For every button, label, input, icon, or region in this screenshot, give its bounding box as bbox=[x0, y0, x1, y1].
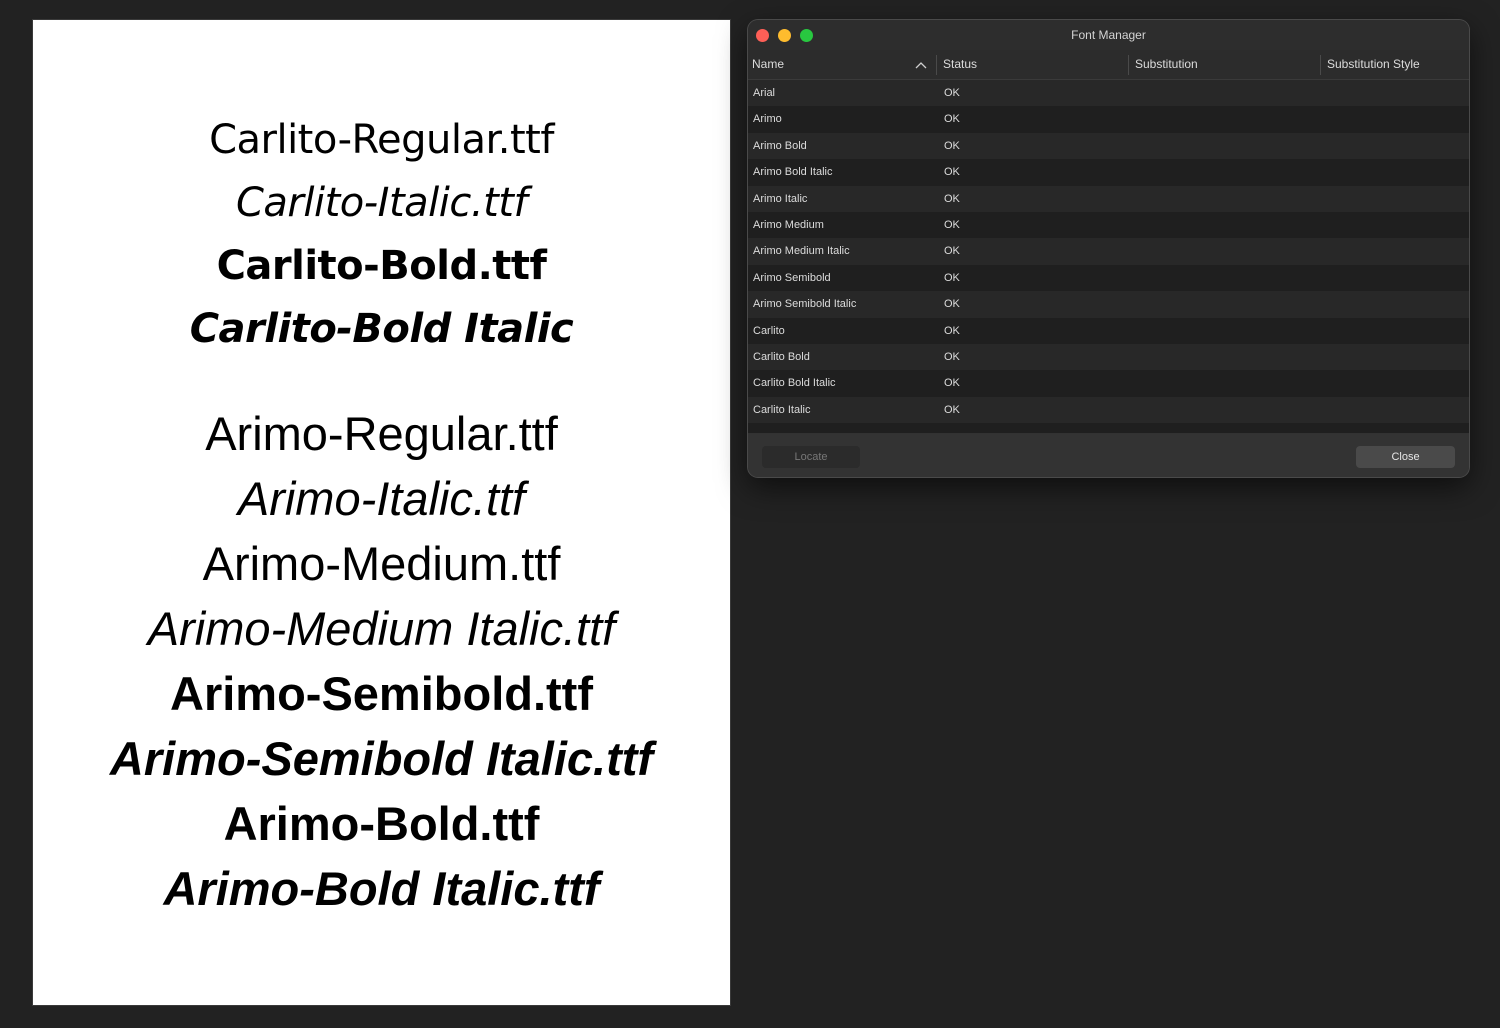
column-divider[interactable] bbox=[936, 55, 937, 75]
column-header-substitution[interactable]: Substitution bbox=[1135, 50, 1320, 79]
font-status-cell: OK bbox=[944, 87, 960, 99]
window-minimize-button[interactable] bbox=[778, 29, 791, 42]
font-name-cell: Arimo Semibold Italic bbox=[753, 298, 857, 311]
arimo-medium-sample: Arimo-Medium.ttf bbox=[202, 537, 561, 590]
font-name-cell: Arial bbox=[753, 87, 776, 99]
font-name-cell: Arimo Medium bbox=[753, 219, 824, 231]
column-header-substitution-style[interactable]: Substitution Style bbox=[1327, 50, 1467, 79]
dialog-footer: Locate Close bbox=[748, 434, 1469, 477]
font-status-cell: OK bbox=[944, 139, 960, 152]
table-row[interactable]: Arimo Semibold OK bbox=[748, 264, 1469, 292]
font-name-cell: Arimo Bold Italic bbox=[753, 166, 833, 179]
font-name-cell: Carlito Italic bbox=[753, 403, 811, 416]
column-divider[interactable] bbox=[1128, 55, 1129, 75]
font-status-cell: OK bbox=[944, 271, 960, 284]
table-row[interactable]: Carlito Bold OK bbox=[748, 344, 1469, 371]
window-zoom-button[interactable] bbox=[800, 29, 813, 42]
font-manager-dialog: Font Manager Name Status Substitution Su… bbox=[748, 20, 1469, 477]
font-name-cell: Carlito Bold bbox=[753, 351, 810, 363]
close-button[interactable]: Close bbox=[1356, 446, 1455, 468]
table-row[interactable]: Arimo OK bbox=[748, 106, 1469, 133]
table-row[interactable]: Carlito Italic OK bbox=[748, 396, 1469, 424]
font-name-cell: Arimo Medium Italic bbox=[753, 245, 850, 258]
arimo-semibold-italic-sample: Arimo-Semibold Italic.ttf bbox=[109, 732, 654, 785]
column-divider[interactable] bbox=[1320, 55, 1321, 75]
font-name-cell: Arimo Semibold bbox=[753, 271, 831, 284]
window-close-button[interactable] bbox=[756, 29, 769, 42]
arimo-regular-sample: Arimo-Regular.ttf bbox=[205, 407, 558, 460]
carlito-italic-sample: Carlito-Italic.ttf bbox=[235, 180, 528, 226]
font-status-cell: OK bbox=[944, 324, 960, 337]
dialog-title: Font Manager bbox=[1071, 28, 1146, 42]
font-name-cell: Carlito Bold Italic bbox=[753, 377, 836, 390]
carlito-bold-italic-sample: Carlito-Bold Italic bbox=[189, 306, 574, 352]
table-row[interactable]: Arimo Medium Italic OK bbox=[748, 238, 1469, 265]
column-header-status[interactable]: Status bbox=[943, 50, 1128, 79]
document-page: Carlito-Regular.ttf Carlito-Italic.ttf C… bbox=[33, 20, 730, 1005]
table-row[interactable]: Carlito Bold Italic OK bbox=[748, 370, 1469, 397]
table-row[interactable]: Arimo Bold OK bbox=[748, 132, 1469, 160]
arimo-bold-sample: Arimo-Bold.ttf bbox=[223, 797, 540, 850]
arimo-bold-italic-sample: Arimo-Bold Italic.ttf bbox=[163, 862, 600, 915]
font-status-cell: OK bbox=[944, 377, 960, 390]
font-name-cell: Arimo bbox=[753, 113, 782, 126]
table-row[interactable]: Arimo Semibold Italic OK bbox=[748, 291, 1469, 318]
font-status-cell: OK bbox=[944, 298, 960, 311]
carlito-bold-sample: Carlito-Bold.ttf bbox=[216, 243, 547, 289]
font-table: Arial OK Arimo OK Arimo Bold OK Arimo Bo… bbox=[748, 80, 1469, 433]
carlito-regular-sample: Carlito-Regular.ttf bbox=[209, 117, 554, 163]
table-row[interactable]: Arimo Italic OK bbox=[748, 185, 1469, 212]
table-row[interactable]: Carlito OK bbox=[748, 317, 1469, 344]
arimo-medium-italic-sample: Arimo-Medium Italic.ttf bbox=[147, 602, 616, 655]
table-header: Name Status Substitution Substitution St… bbox=[748, 50, 1469, 80]
font-status-cell: OK bbox=[944, 351, 960, 363]
font-name-cell: Arimo Italic bbox=[753, 192, 808, 205]
font-status-cell: OK bbox=[944, 245, 960, 258]
font-status-cell: OK bbox=[944, 219, 960, 231]
font-status-cell: OK bbox=[944, 192, 960, 205]
dialog-titlebar[interactable]: Font Manager bbox=[748, 20, 1469, 50]
font-name-cell: Arimo Bold bbox=[753, 139, 807, 152]
font-name-cell: Carlito bbox=[753, 324, 785, 337]
table-row[interactable]: Arial OK bbox=[748, 80, 1469, 107]
arimo-semibold-sample: Arimo-Semibold.ttf bbox=[170, 667, 593, 720]
locate-button[interactable]: Locate bbox=[762, 446, 860, 468]
font-status-cell: OK bbox=[944, 113, 960, 126]
chevron-up-icon[interactable] bbox=[915, 61, 927, 69]
font-status-cell: OK bbox=[944, 166, 960, 179]
font-status-cell: OK bbox=[944, 403, 960, 416]
arimo-italic-sample: Arimo-Italic.ttf bbox=[237, 472, 526, 525]
column-header-name[interactable]: Name bbox=[752, 50, 932, 79]
table-row[interactable]: Arimo Bold Italic OK bbox=[748, 159, 1469, 186]
table-row[interactable]: Arimo Medium OK bbox=[748, 212, 1469, 239]
